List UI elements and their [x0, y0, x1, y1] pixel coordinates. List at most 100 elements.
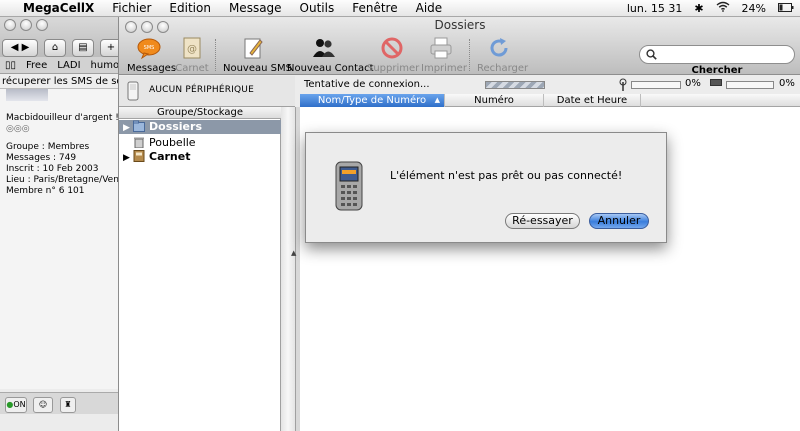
- bluetooth-icon[interactable]: ✱: [688, 0, 709, 17]
- window-title: Dossiers: [434, 18, 486, 32]
- signal-bar: [631, 81, 681, 89]
- messages-icon: SMS: [137, 38, 161, 60]
- bookmark-ladi[interactable]: LADI: [52, 60, 85, 71]
- delete-label: Supprimer: [367, 63, 420, 74]
- profile-messages: Messages : 749: [6, 153, 77, 163]
- new-contact-button[interactable]: Nouveau Contact: [287, 36, 374, 74]
- reload-icon: [490, 38, 508, 57]
- folder-icon: [133, 120, 145, 132]
- retry-button[interactable]: Ré-essayer: [505, 213, 580, 229]
- phone-battery-bar: [726, 81, 774, 89]
- bg-close-button[interactable]: [4, 19, 16, 31]
- search-icon: [646, 49, 657, 60]
- bg-zoom-button[interactable]: [36, 19, 48, 31]
- menu-clock[interactable]: lun. 15 31: [621, 0, 688, 17]
- tree-scrollbar[interactable]: [281, 107, 296, 431]
- menu-app-name[interactable]: MegaCellX: [18, 0, 103, 17]
- menu-edition[interactable]: Edition: [160, 0, 220, 17]
- window-titlebar: Dossiers SMS Messages @ Carnet Nouveau S…: [119, 17, 800, 76]
- search-input[interactable]: [639, 45, 795, 64]
- column-number[interactable]: Numéro: [445, 94, 544, 107]
- print-button[interactable]: Imprimer: [421, 36, 467, 74]
- delete-button[interactable]: Supprimer: [367, 36, 420, 74]
- svg-text:@: @: [187, 44, 197, 55]
- antenna-icon: [619, 78, 627, 91]
- menu-fichier[interactable]: Fichier: [103, 0, 160, 17]
- disclosure-triangle-icon[interactable]: ▶: [123, 151, 133, 165]
- messages-label: Messages: [127, 63, 177, 74]
- column-name-type[interactable]: Nom/Type de Numéro ▲: [300, 94, 445, 107]
- bookmarks-bar: ▯▯ Free LADI humo: [0, 57, 122, 74]
- svg-text:SMS: SMS: [144, 45, 155, 51]
- home-icon[interactable]: ⌂: [44, 39, 66, 57]
- alert-message: L'élément n'est pas prêt ou pas connecté…: [390, 169, 623, 182]
- new-sms-button[interactable]: Nouveau SMS: [223, 36, 292, 74]
- carnet-icon: @: [183, 37, 201, 59]
- signal-percent: 0%: [685, 78, 701, 89]
- new-sms-label: Nouveau SMS: [223, 63, 292, 74]
- menu-fenetre[interactable]: Fenêtre: [343, 0, 406, 17]
- bookmark-free[interactable]: Free: [21, 60, 52, 71]
- search-label: Chercher: [691, 65, 743, 76]
- column-date-time[interactable]: Date et Heure: [544, 94, 641, 107]
- page-heading: récuperer les SMS de son té: [0, 74, 143, 89]
- carnet-button[interactable]: @ Carnet: [175, 36, 209, 74]
- address-book-icon: [133, 150, 145, 162]
- bg-minimize-button[interactable]: [20, 19, 32, 31]
- online-status-badge[interactable]: ●ON: [5, 397, 27, 413]
- mobile-phone-icon: [335, 161, 363, 211]
- menu-message[interactable]: Message: [220, 0, 291, 17]
- connection-text: Tentative de connexion...: [304, 79, 430, 90]
- toolbar-separator: [215, 39, 216, 71]
- trash-icon: [134, 137, 144, 148]
- bookmarks-book-icon[interactable]: ▯▯: [0, 60, 21, 71]
- tree-item-label: Carnet: [149, 150, 191, 163]
- battery-icon[interactable]: [772, 0, 800, 17]
- device-bar[interactable]: AUCUN PÉRIPHÉRIQUE: [119, 76, 295, 107]
- tree-item-dossiers[interactable]: ▶ Dossiers: [119, 120, 281, 134]
- avatar: [6, 89, 48, 101]
- tree-item-label: Poubelle: [149, 136, 196, 149]
- profile-joined: Inscrit : 10 Feb 2003: [6, 164, 99, 174]
- contact-icon[interactable]: ☺: [33, 397, 53, 413]
- device-status: AUCUN PÉRIPHÉRIQUE: [149, 85, 254, 95]
- forum-profile: Macbidouilleur d'argent ! ◎◎◎ Groupe : M…: [0, 89, 137, 389]
- delete-icon: [381, 37, 403, 59]
- browser-toolbar: ◀ ▶ ⌂ ▤ +: [0, 17, 122, 57]
- battery-percent[interactable]: 24%: [736, 0, 772, 17]
- printer-icon: [430, 37, 452, 59]
- alert-dialog: L'élément n'est pas prêt ou pas connecté…: [305, 132, 667, 243]
- new-contact-label: Nouveau Contact: [287, 63, 374, 74]
- tree-item-carnet[interactable]: ▶ Carnet: [119, 150, 281, 164]
- menu-outils[interactable]: Outils: [291, 0, 344, 17]
- profile-tagline: Macbidouilleur d'argent !: [6, 113, 119, 123]
- tree-header[interactable]: Groupe/Stockage: [119, 107, 281, 119]
- collapse-arrow-icon[interactable]: ▲: [291, 249, 296, 257]
- back-forward-button[interactable]: ◀ ▶: [2, 39, 38, 57]
- tree-item-poubelle[interactable]: Poubelle: [119, 136, 281, 150]
- message-table-header: Nom/Type de Numéro ▲ Numéro Date et Heur…: [300, 94, 800, 107]
- profile-member: Membre n° 6 101: [6, 186, 85, 196]
- apple-menu-icon[interactable]: [0, 0, 18, 17]
- messages-button[interactable]: SMS Messages: [127, 36, 177, 74]
- menu-aide[interactable]: Aide: [407, 0, 452, 17]
- profile-group: Groupe : Membres: [6, 142, 90, 152]
- print-label: Imprimer: [421, 63, 467, 74]
- wifi-icon[interactable]: [710, 0, 736, 17]
- menu-bar: MegaCellX Fichier Edition Message Outils…: [0, 0, 800, 17]
- cancel-button[interactable]: Annuler: [589, 213, 649, 229]
- disclosure-triangle-icon[interactable]: ▶: [123, 121, 133, 135]
- phone-slot-icon: [127, 81, 139, 101]
- user-icon[interactable]: ♜: [60, 397, 76, 413]
- print-icon[interactable]: ▤: [72, 39, 94, 57]
- toolbar-separator-2: [469, 39, 470, 71]
- contacts-icon: [313, 39, 335, 57]
- tree-item-label: Dossiers: [149, 120, 202, 133]
- carnet-label: Carnet: [175, 63, 209, 74]
- menu-extras: lun. 15 31 ✱ 24%: [621, 0, 800, 17]
- rating-icons: ◎◎◎: [6, 124, 30, 134]
- pencil-paper-icon: [244, 38, 263, 59]
- browser-status-bar: ●ON ☺ ♜: [0, 392, 122, 414]
- reload-button[interactable]: Recharger: [477, 36, 528, 74]
- folder-tree: Groupe/Stockage ▶ Dossiers Poubelle ▶ Carn…: [119, 107, 281, 431]
